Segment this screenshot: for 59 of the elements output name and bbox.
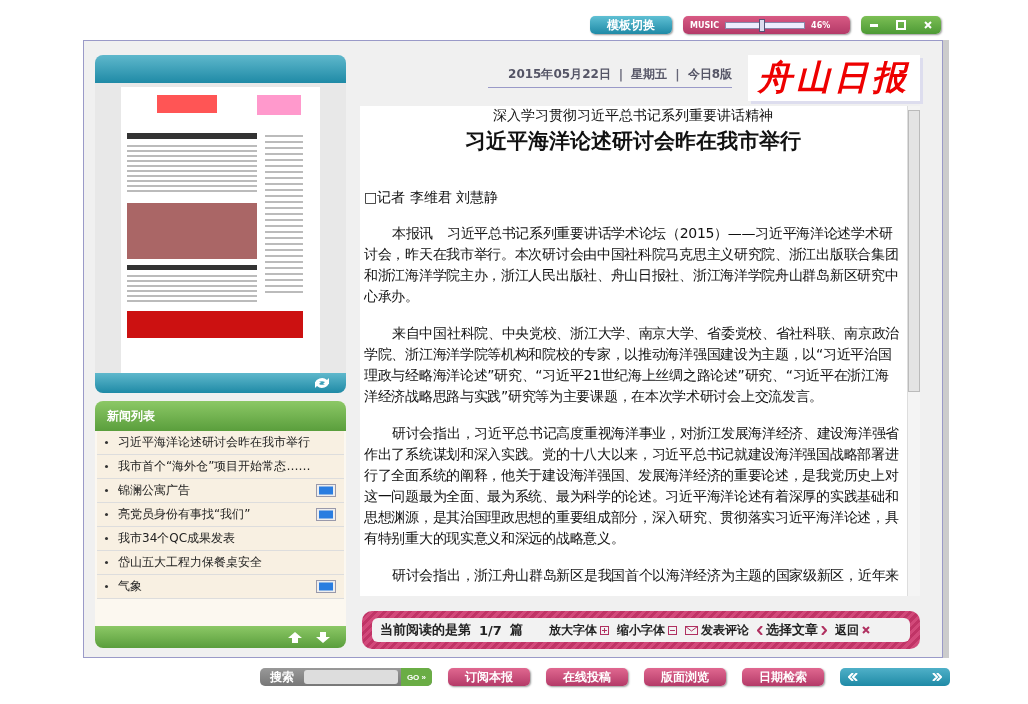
article-count: 1/7: [479, 622, 502, 638]
scrollbar[interactable]: [907, 106, 920, 596]
up-arrow-icon[interactable]: [288, 631, 302, 643]
chevron-right-icon: [820, 625, 827, 635]
volume-reading: 46%: [811, 20, 831, 30]
picture-icon: [316, 484, 336, 497]
envelope-icon: [684, 625, 698, 635]
close-icon: [861, 626, 870, 634]
nav-button[interactable]: 日期检索: [742, 668, 824, 686]
maximize-button[interactable]: [894, 18, 908, 32]
weekday: 星期五: [631, 66, 668, 83]
nav-button[interactable]: 订阅本报: [448, 668, 530, 686]
minimize-icon: [870, 23, 879, 27]
volume-thumb[interactable]: [758, 18, 765, 32]
previous-icon[interactable]: [848, 673, 858, 681]
select-article-button[interactable]: 选择文章: [756, 621, 827, 639]
minus-box-icon: [667, 625, 677, 635]
article-byline: □记者 李维君 刘慧静: [364, 189, 500, 207]
nav-button[interactable]: 版面浏览: [644, 668, 726, 686]
news-list-title: 新闻列表: [107, 407, 155, 425]
comment-button[interactable]: 发表评论: [684, 621, 749, 639]
news-list-item[interactable]: 亮党员身份有事找“我们”: [97, 503, 344, 527]
plus-box-icon: [599, 625, 609, 635]
picture-icon: [316, 580, 336, 593]
search-field[interactable]: [304, 670, 398, 684]
separator: |: [618, 67, 624, 82]
maximize-icon: [896, 20, 906, 30]
shrink-font-button[interactable]: 缩小字体: [616, 621, 677, 639]
news-list-item[interactable]: 我市首个“海外仓”项目开始常态……: [97, 455, 344, 479]
news-list-item[interactable]: 气象: [97, 575, 344, 599]
issue-date: 2015年05月22日: [508, 66, 611, 83]
close-icon: [922, 20, 933, 30]
music-label: MUSIC: [690, 20, 720, 30]
newspaper-logo: 舟山日报: [748, 55, 920, 101]
article-kicker: 深入学习贯彻习近平总书记系列重要讲话精神: [491, 107, 774, 125]
separator: |: [675, 67, 680, 82]
article-paragraph: 研讨会指出，习近平总书记高度重视海洋事业，对浙江发展海洋经济、建设海洋强省作出了系统谋划和深入实践。党的十八大以来，习近平总书记就建设海洋强国战略部署进行了全面系统的阐释，他关于建设海洋强国、发展海洋经济的重要论述，是我党历史上对这一问题最为全面、最为系统、最为科学的论述。习近平海洋论述有着深厚的实践基础和思想渊源，是其治国理政思想的重要组成部分，深入研究、贯彻落实习近平海洋论述，具有特别重大的现实意义和深远的战略意义。: [364, 424, 900, 548]
news-list-item[interactable]: 习近平海洋论述研讨会昨在我市举行: [97, 431, 344, 455]
newspaper-page-thumbnail[interactable]: [121, 87, 320, 373]
nav-button[interactable]: 在线投稿: [546, 668, 628, 686]
refresh-icon[interactable]: [312, 376, 332, 390]
picture-icon: [316, 508, 336, 521]
down-arrow-icon[interactable]: [316, 631, 330, 643]
news-list-item[interactable]: 我市34个QC成果发表: [97, 527, 344, 551]
article-paragraph: 研讨会指出，浙江舟山群岛新区是我国首个以海洋经济为主题的国家级新区，近年来: [391, 566, 900, 585]
article-headline: 习近平海洋论述研讨会昨在我市举行: [463, 128, 802, 155]
news-list-item[interactable]: 锦澜公寓广告: [97, 479, 344, 503]
chevron-left-icon: [756, 625, 763, 635]
search-label: 搜索: [269, 668, 295, 686]
next-icon[interactable]: [932, 673, 942, 681]
back-button[interactable]: 返回: [834, 621, 870, 639]
article-paragraph: 来自中国社科院、中央党校、浙江大学、南京大学、省委党校、省社科联、南京政治学院、浙江海洋学院等机构和院校的专家，以推动海洋强国建设为主题，以“习近平治国理政与经略海洋论述”研究、“习近平21世纪海上丝绸之路论述”研究、“习近平在浙江海洋经济战略思路与实践”研究等为主要课题，在本次学术研讨会上交流发言。: [364, 324, 900, 406]
news-list-item[interactable]: 岱山五大工程力保餐桌安全: [97, 551, 344, 575]
reading-status: 当前阅读的是第: [380, 621, 471, 639]
enlarge-font-button[interactable]: 放大字体: [548, 621, 609, 639]
article-paragraph: 本报讯 习近平总书记系列重要讲话学术论坛（2015）——习近平海洋论述学术研讨会，昨天在我市举行。本次研讨会由中国社科院马克思主义研究院、浙江出版联合集团和浙江海洋学院主办，浙江人民出版社、舟山日报社、浙江海洋学院舟山群岛新区研究中心承办。: [364, 224, 900, 306]
edition-count: 今日8版: [687, 66, 732, 83]
article-unit: 篇: [509, 621, 523, 639]
volume-slider[interactable]: [725, 21, 806, 29]
